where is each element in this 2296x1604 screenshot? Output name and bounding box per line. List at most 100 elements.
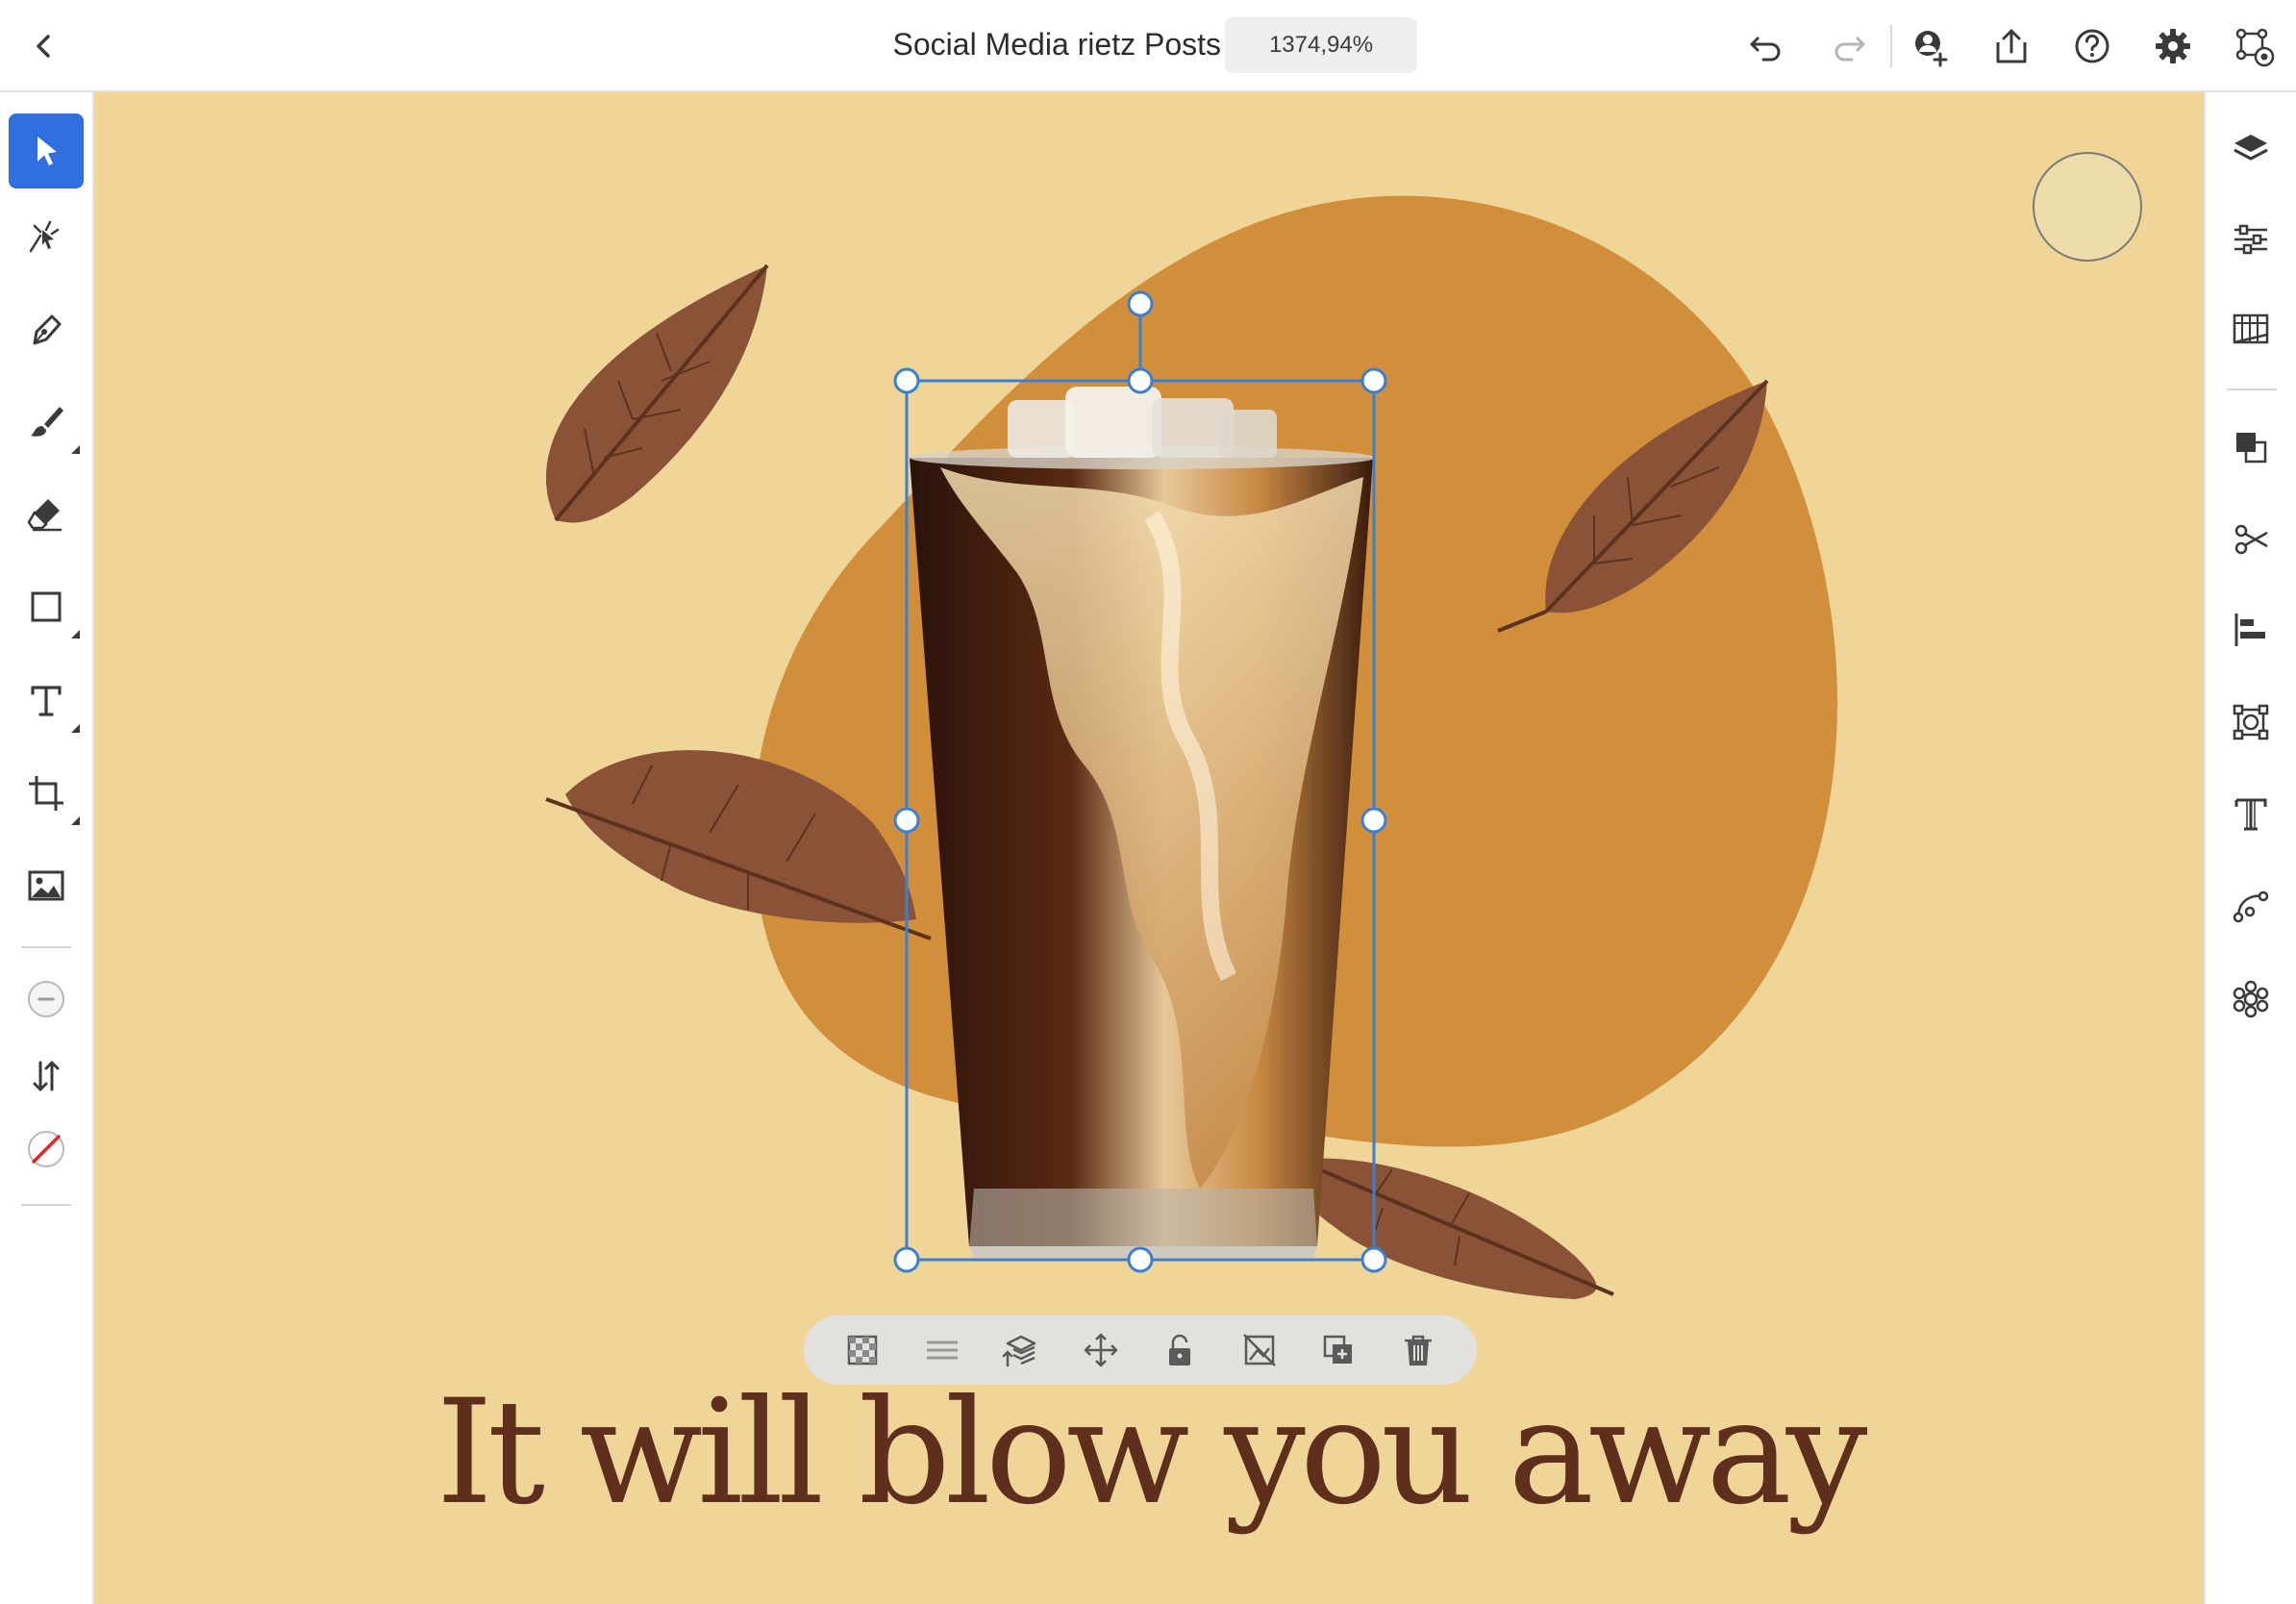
fill-none-icon (28, 981, 64, 1017)
zoom-level-label: 1374,94% (1268, 32, 1374, 58)
resize-handle-right[interactable] (1360, 807, 1387, 834)
undo-button[interactable] (1740, 21, 1790, 71)
leaf-bottom-right[interactable] (1295, 1158, 1614, 1299)
resize-handle-bottom-left[interactable] (893, 1246, 920, 1273)
eraser-icon (27, 499, 62, 532)
properties-button[interactable] (2223, 212, 2279, 267)
prototype-button[interactable] (2229, 21, 2279, 71)
place-image-tool[interactable] (9, 848, 84, 923)
trash-icon (1404, 1335, 1432, 1366)
opacity-button[interactable] (837, 1325, 887, 1375)
resize-handle-top[interactable] (1127, 367, 1154, 394)
tool-variants-indicator (71, 630, 80, 639)
tool-variants-indicator (71, 816, 80, 825)
mask-button[interactable] (1235, 1325, 1285, 1375)
gear-icon (2156, 29, 2190, 63)
top-bar: Social Media rietz Posts 1374,94% (0, 0, 2296, 92)
stroke-none-icon (28, 1131, 64, 1167)
help-icon (2075, 29, 2109, 63)
path-icon (2233, 890, 2269, 923)
color-swatch[interactable] (2033, 152, 2142, 262)
tool-variants-indicator (71, 445, 80, 454)
pen-icon (33, 314, 62, 345)
character-button[interactable] (2223, 787, 2279, 842)
repeat-button[interactable] (2223, 971, 2279, 1027)
arrange-icon (2236, 433, 2267, 464)
cursor-arrow-icon (37, 137, 57, 165)
opacity-icon (848, 1335, 878, 1366)
swap-fill-stroke-button[interactable] (9, 1039, 84, 1114)
invite-icon (1915, 31, 1948, 67)
invite-button[interactable] (1906, 21, 1956, 71)
pen-tool[interactable] (9, 292, 84, 367)
libraries-icon (2233, 313, 2269, 344)
chevron-left-icon (37, 35, 50, 58)
arrange-layer-button[interactable] (996, 1325, 1046, 1375)
crop-icon (29, 776, 63, 811)
toolbar-divider (1890, 25, 1892, 67)
blend-mode-button[interactable] (917, 1325, 967, 1375)
panel-divider (2227, 388, 2277, 390)
share-icon (1996, 29, 2027, 63)
type-tool[interactable] (9, 664, 84, 739)
cut-button[interactable] (2223, 512, 2279, 567)
layer-order-icon (1003, 1335, 1036, 1367)
resize-handle-top-right[interactable] (1360, 367, 1387, 394)
headline-text[interactable]: It will blow you away (94, 1381, 2204, 1525)
type-icon (31, 686, 62, 716)
duplicate-button[interactable] (1313, 1325, 1363, 1375)
fill-swatch[interactable] (9, 962, 84, 1037)
resize-handle-left[interactable] (893, 807, 920, 834)
rotate-handle[interactable] (1127, 290, 1154, 317)
back-button[interactable] (19, 21, 69, 71)
undo-icon (1750, 37, 1781, 62)
unlock-icon (1169, 1334, 1191, 1366)
transform-icon (2233, 704, 2269, 740)
iced-coffee-glass[interactable] (910, 387, 1375, 1258)
delete-button[interactable] (1393, 1325, 1443, 1375)
blend-icon (926, 1341, 958, 1360)
move-button[interactable] (1076, 1325, 1126, 1375)
swap-arrows-icon (33, 1061, 60, 1091)
redo-button[interactable] (1825, 21, 1875, 71)
scissors-icon (2234, 524, 2268, 555)
arrange-button[interactable] (2223, 419, 2279, 475)
toolbar-divider (21, 1204, 71, 1206)
rectangle-icon (31, 591, 62, 622)
path-button[interactable] (2223, 879, 2279, 935)
redo-icon (1834, 37, 1865, 62)
toolbar-divider (21, 946, 71, 948)
selection-tool[interactable] (9, 113, 84, 188)
layers-icon (2234, 135, 2268, 161)
sliders-icon (2234, 224, 2267, 255)
prototype-icon (2235, 28, 2275, 67)
leaf-top-left[interactable] (545, 263, 769, 523)
left-toolbar (0, 92, 94, 1604)
help-button[interactable] (2067, 21, 2117, 71)
direct-selection-tool[interactable] (9, 200, 84, 275)
settings-button[interactable] (2148, 21, 2198, 71)
resize-handle-bottom-right[interactable] (1360, 1246, 1387, 1273)
artboard-canvas[interactable]: It will blow you away (94, 92, 2204, 1604)
resize-handle-bottom[interactable] (1127, 1246, 1154, 1273)
share-button[interactable] (1986, 21, 2036, 71)
eraser-tool[interactable] (9, 475, 84, 550)
libraries-button[interactable] (2223, 302, 2279, 358)
transform-button[interactable] (2223, 694, 2279, 750)
resize-handle-top-left[interactable] (893, 367, 920, 394)
duplicate-icon (1324, 1335, 1353, 1364)
lock-button[interactable] (1155, 1325, 1205, 1375)
brush-tool[interactable] (9, 385, 84, 460)
layers-button[interactable] (2223, 121, 2279, 177)
document-title[interactable]: Social Media rietz Posts (856, 27, 1221, 63)
zoom-level[interactable]: 1374,94% (1225, 17, 1417, 73)
align-left-icon (2234, 614, 2265, 646)
repeat-icon (2233, 980, 2269, 1018)
rectangle-tool[interactable] (9, 569, 84, 644)
image-icon (28, 870, 64, 901)
mask-icon (1242, 1334, 1276, 1366)
crop-tool[interactable] (9, 756, 84, 831)
align-button[interactable] (2223, 602, 2279, 658)
stroke-swatch[interactable] (9, 1112, 84, 1187)
direct-select-icon (29, 220, 60, 253)
